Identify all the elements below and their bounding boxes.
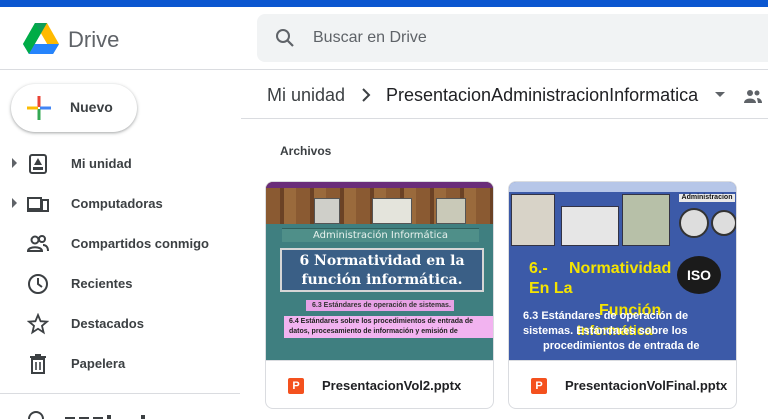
sidebar-item-label: Recientes <box>71 276 133 291</box>
thumb-picture <box>511 194 555 246</box>
breadcrumb-root[interactable]: Mi unidad <box>267 85 345 106</box>
thumb-picture <box>436 198 466 224</box>
computer-icon <box>27 197 49 212</box>
thumb-line: sistemas. Estándares sobre los <box>523 325 688 337</box>
star-icon <box>27 313 49 335</box>
thumb-corner-label: Administracion <box>679 194 735 202</box>
search-bar[interactable] <box>257 14 768 62</box>
thumb-title: En La <box>529 280 573 297</box>
thumb-picture <box>372 198 412 224</box>
file-name: PresentacionVolFinal.pptx <box>565 378 728 393</box>
thumb-panel <box>266 224 493 360</box>
thumb-title: Normatividad <box>569 260 672 277</box>
sidebar-item-label: Computadoras <box>71 196 163 211</box>
file-card-footer[interactable]: P PresentacionVol2.pptx <box>266 360 493 408</box>
search-icon[interactable] <box>275 28 295 48</box>
thumb-subtitle: Administración Informática <box>282 228 479 242</box>
search-input[interactable] <box>313 28 753 48</box>
thumb-line: 6.4 Estándares sobre los procedimientos … <box>284 316 493 338</box>
sidebar-item-label: Destacados <box>71 316 144 331</box>
thumb-iso-badge: ISO <box>677 256 721 294</box>
people-icon <box>27 235 49 252</box>
thumb-picture <box>561 206 619 246</box>
thumb-picture <box>314 198 340 224</box>
thumb-picture <box>622 194 670 246</box>
sidebar: Nuevo Mi unidad Computadoras Compartidos… <box>0 71 240 419</box>
thumb-seal <box>711 210 736 236</box>
top-accent-bar <box>0 0 768 7</box>
powerpoint-icon: P <box>288 378 304 394</box>
sidebar-item-computers[interactable]: Computadoras <box>0 186 240 220</box>
shared-folder-icon[interactable] <box>744 89 762 103</box>
thumb-band <box>266 182 493 188</box>
sidebar-item-label: Papelera <box>71 356 126 371</box>
thumb-line: 6.3 Estándares de operación de <box>523 310 689 322</box>
sidebar-item-label: Compartidos conmigo <box>71 236 209 251</box>
cloud-icon <box>28 411 145 419</box>
clock-icon <box>28 274 48 294</box>
file-card-footer[interactable]: P PresentacionVolFinal.pptx <box>509 360 736 408</box>
thumb-line: procedimientos de entrada de <box>543 340 700 352</box>
file-card[interactable]: Administración Informática 6 Normativida… <box>265 181 494 409</box>
powerpoint-icon: P <box>531 378 547 394</box>
sidebar-item-my-drive[interactable]: Mi unidad <box>0 146 240 180</box>
sidebar-item-starred[interactable]: Destacados <box>0 306 240 340</box>
files-section-label: Archivos <box>280 144 332 158</box>
drive-logo-icon[interactable] <box>22 22 60 56</box>
sidebar-divider <box>0 393 240 394</box>
new-button-label: Nuevo <box>70 99 113 115</box>
thumb-band <box>509 182 736 192</box>
thumb-seal <box>679 208 709 238</box>
expand-arrow-icon[interactable] <box>12 198 17 208</box>
new-button[interactable]: Nuevo <box>11 84 137 132</box>
app-title: Drive <box>68 27 120 52</box>
sidebar-item-shared[interactable]: Compartidos conmigo <box>0 226 240 260</box>
trash-icon <box>30 354 46 374</box>
file-thumbnail[interactable]: Administracion ISO 6.- Normatividad En L… <box>509 182 736 360</box>
file-card[interactable]: Administracion ISO 6.- Normatividad En L… <box>508 181 737 409</box>
plus-icon <box>27 96 51 120</box>
thumb-title: 6 Normatividad en la función informática… <box>280 248 484 292</box>
dropdown-arrow-icon[interactable] <box>715 92 725 97</box>
sidebar-item-label: Mi unidad <box>71 156 132 171</box>
file-thumbnail[interactable]: Administración Informática 6 Normativida… <box>266 182 493 360</box>
thumb-line: 6.3 Estándares de operación de sistemas. <box>306 300 454 311</box>
breadcrumb-current-folder[interactable]: PresentacionAdministracionInformatica <box>386 85 698 106</box>
header: Drive <box>0 7 768 70</box>
chevron-right-icon <box>362 88 371 102</box>
breadcrumb: Mi unidad PresentacionAdministracionInfo… <box>241 71 768 119</box>
my-drive-icon <box>29 154 47 174</box>
file-name: PresentacionVol2.pptx <box>322 378 462 393</box>
main-content: Mi unidad PresentacionAdministracionInfo… <box>240 71 768 416</box>
sidebar-item-trash[interactable]: Papelera <box>0 346 240 380</box>
thumb-title: 6.- <box>529 260 548 277</box>
expand-arrow-icon[interactable] <box>12 158 17 168</box>
sidebar-item-recent[interactable]: Recientes <box>0 266 240 300</box>
